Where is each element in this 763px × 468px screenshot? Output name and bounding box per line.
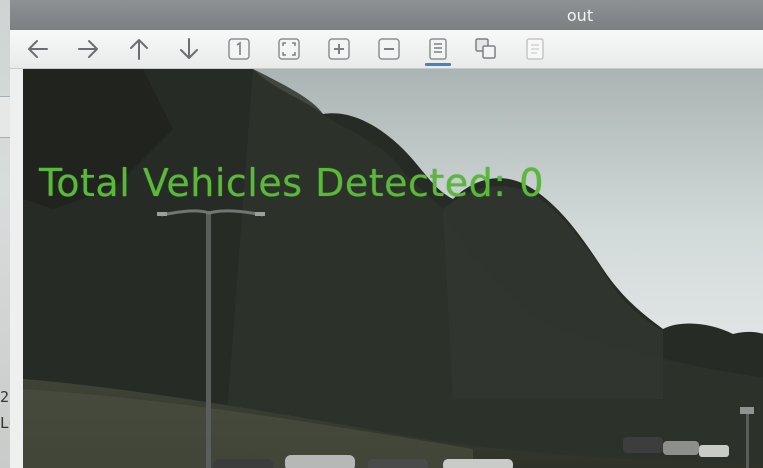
zoom-in-icon xyxy=(328,38,350,60)
pan-up-button[interactable] xyxy=(124,34,154,64)
vehicle-count-overlay: Total Vehicles Detected: 0 xyxy=(39,161,544,205)
arrow-down-icon xyxy=(180,38,198,59)
save-icon xyxy=(526,38,544,60)
save-button[interactable] xyxy=(520,34,550,64)
image-canvas[interactable]: Total Vehicles Detected: 0 xyxy=(23,69,763,468)
zoom-original-button[interactable] xyxy=(224,34,254,64)
copy-icon xyxy=(475,38,496,59)
copy-button[interactable] xyxy=(471,34,501,64)
arrow-right-icon xyxy=(78,40,98,58)
zoom-out-icon xyxy=(378,38,400,60)
toolbar xyxy=(10,30,763,69)
arrow-up-icon xyxy=(130,39,148,60)
title-bar[interactable]: out xyxy=(10,0,763,30)
back-button[interactable] xyxy=(23,34,53,64)
properties-icon xyxy=(429,38,447,60)
camera-frame-image xyxy=(23,69,763,468)
zoom-reset-icon xyxy=(228,38,250,60)
fit-window-icon xyxy=(278,38,300,60)
zoom-in-button[interactable] xyxy=(324,34,354,64)
forward-button[interactable] xyxy=(73,34,103,64)
pan-down-button[interactable] xyxy=(174,34,204,64)
arrow-left-icon xyxy=(28,40,48,58)
image-viewer-window: out Total Vehicles Detected: 0 xyxy=(10,0,763,468)
fit-window-button[interactable] xyxy=(274,34,304,64)
properties-button[interactable] xyxy=(423,34,453,66)
window-title: out xyxy=(566,6,594,25)
zoom-out-button[interactable] xyxy=(374,34,404,64)
